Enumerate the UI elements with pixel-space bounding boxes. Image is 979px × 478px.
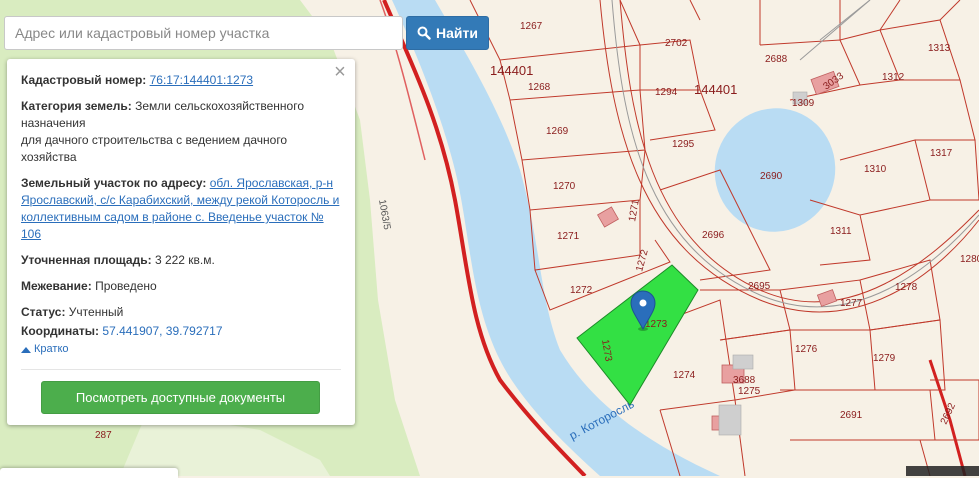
parcel-info-panel: × Кадастровый номер: 76:17:144401:1273 К… <box>7 59 355 425</box>
parcel-label: 1310 <box>864 164 887 175</box>
status-label: Статус: <box>21 305 66 319</box>
bottom-panel-edge <box>0 468 178 478</box>
parcel-label: 1275 <box>738 386 761 397</box>
survey-label: Межевание: <box>21 279 92 293</box>
parcel-label: 1277 <box>840 298 863 309</box>
parcel-label: 2691 <box>840 410 863 421</box>
coords-row: Координаты: 57.441907, 39.792717 <box>21 323 341 340</box>
block-label: 144401 <box>490 63 533 78</box>
search-button-label: Найти <box>436 25 478 41</box>
category-row: Категория земель: Земли сельскохозяйстве… <box>21 98 341 166</box>
address-row: Земельный участок по адресу: обл. Яросла… <box>21 175 341 243</box>
parcel-label: 1317 <box>930 148 953 159</box>
attribution-bar <box>906 466 979 476</box>
collapse-toggle[interactable]: Кратко <box>21 341 69 358</box>
coords-value: 57.441907, 39.792717 <box>102 324 223 338</box>
parcel-label: 1269 <box>546 126 569 137</box>
area-label: Уточненная площадь: <box>21 253 152 267</box>
cadastral-row: Кадастровый номер: 76:17:144401:1273 <box>21 72 341 89</box>
parcel-label: 1312 <box>882 72 905 83</box>
survey-value: Проведено <box>95 279 157 293</box>
cadastral-link[interactable]: 76:17:144401:1273 <box>150 73 253 87</box>
block-label: 144401 <box>694 82 737 97</box>
parcel-label: 1294 <box>655 87 678 98</box>
parcel-label: 1276 <box>795 344 818 355</box>
parcel-label: 1273 <box>645 319 668 330</box>
parcel-label: 287 <box>95 430 112 441</box>
panel-divider <box>21 369 341 370</box>
parcel-label: 1267 <box>520 21 543 32</box>
parcel-label: 1311 <box>830 226 852 237</box>
parcel-label: 1271 <box>557 231 580 242</box>
parcel-label: 1268 <box>528 82 551 93</box>
parcel-label: 1270 <box>553 181 576 192</box>
parcel-label: 2688 <box>765 54 788 65</box>
area-value: 3 222 кв.м. <box>154 253 215 267</box>
parcel-label: 1274 <box>673 370 696 381</box>
coords-label: Координаты: <box>21 324 100 338</box>
area-row: Уточненная площадь: 3 222 кв.м. <box>21 252 341 269</box>
close-icon[interactable]: × <box>332 62 348 82</box>
address-label: Земельный участок по адресу: <box>21 176 207 190</box>
parcel-label: 3688 <box>733 375 756 386</box>
search-button[interactable]: Найти <box>406 16 489 50</box>
search-input[interactable] <box>4 16 403 50</box>
status-value: Учтенный <box>68 305 124 319</box>
parcel-label: 1295 <box>672 139 695 150</box>
status-row: Статус: Учтенный <box>21 304 341 321</box>
parcel-label: 1279 <box>873 353 896 364</box>
collapse-label: Кратко <box>34 343 69 355</box>
parcel-label: 2690 <box>760 171 783 182</box>
parcel-label: 1313 <box>928 43 951 54</box>
cadastral-label: Кадастровый номер: <box>21 73 147 87</box>
parcel-label: 2696 <box>702 230 725 241</box>
usage-value: для дачного строительства с ведением дач… <box>21 133 288 164</box>
category-label: Категория земель: <box>21 99 132 113</box>
survey-row: Межевание: Проведено <box>21 278 341 295</box>
search-icon <box>417 26 431 40</box>
parcel-label: 2695 <box>748 281 771 292</box>
chevron-up-icon <box>21 346 31 353</box>
view-documents-button[interactable]: Посмотреть доступные документы <box>41 381 320 414</box>
parcel-label: 1280 <box>960 254 979 265</box>
parcel-label: 1272 <box>570 285 593 296</box>
parcel-label: 1309 <box>792 98 815 109</box>
parcel-label: 1278 <box>895 282 918 293</box>
parcel-label: 2702 <box>665 38 688 49</box>
